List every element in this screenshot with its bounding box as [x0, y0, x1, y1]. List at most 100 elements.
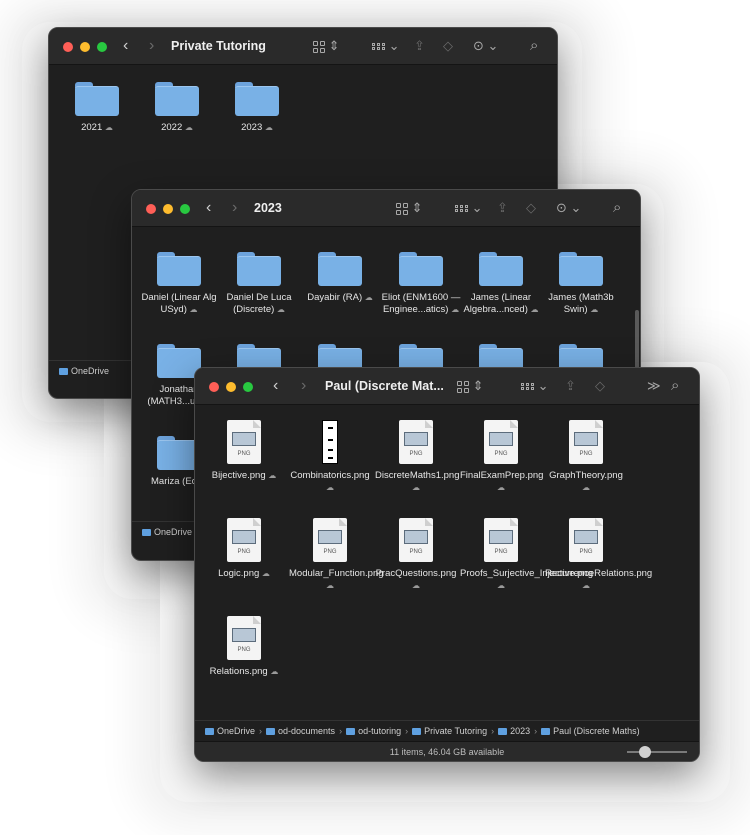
view-mode-icon[interactable]: ⇕ [313, 38, 340, 54]
icon-size-slider[interactable] [627, 746, 687, 758]
file-item[interactable]: PNG GraphTheory.png ☁ [545, 420, 627, 494]
path-item[interactable]: od-documents [278, 726, 335, 736]
view-mode-icon[interactable]: ⇕ [396, 200, 423, 216]
folder-icon [155, 82, 199, 116]
folder-name: James (Linear Algebra...nced) [463, 292, 532, 315]
folder-icon [399, 252, 443, 286]
zoom-button[interactable] [180, 204, 190, 214]
search-icon[interactable]: ⌕ [613, 200, 621, 216]
close-button[interactable] [146, 204, 156, 214]
cloud-icon: ☁ [590, 305, 599, 314]
path-item[interactable]: OneDrive [71, 366, 109, 376]
share-icon[interactable]: ⇪ [565, 378, 576, 394]
close-button[interactable] [209, 382, 219, 392]
search-icon[interactable]: ⌕ [530, 38, 538, 54]
folder-item[interactable]: Daniel De Luca (Discrete) ☁ [218, 252, 300, 316]
share-icon[interactable]: ⇪ [414, 38, 425, 54]
back-icon[interactable]: ‹ [123, 38, 128, 54]
toolbar: ‹ › Private Tutoring ⇕ ⌄ ⇪ ◇ ⊙ ⌄ ⌕ [49, 28, 557, 65]
folder-item[interactable]: James (Linear Algebra...nced) ☁ [460, 252, 542, 316]
chevron-right-icon: › [491, 726, 495, 736]
onedrive-icon [59, 368, 68, 376]
file-item[interactable]: PNG Bijective.png ☁ [203, 420, 285, 482]
group-by-icon[interactable]: ⌄ [455, 200, 483, 216]
cloud-icon: ☁ [276, 305, 285, 314]
onedrive-icon [205, 728, 214, 736]
file-name: RecurrenceRelations.png [545, 568, 653, 579]
folder-item[interactable]: James (Math3b Swin) ☁ [540, 252, 622, 316]
png-file-icon: PNG [484, 518, 518, 562]
cloud-icon: ☁ [184, 123, 193, 132]
folder-name: Eliot (ENM1600 — Enginee...atics) [381, 292, 461, 315]
cloud-icon: ☁ [261, 569, 270, 578]
folder-icon [479, 252, 523, 286]
folder-name: James (Math3b Swin) [548, 292, 614, 315]
window-controls [146, 204, 190, 214]
folder-item[interactable]: 2023 ☁ [216, 82, 298, 134]
folder-item[interactable]: Daniel (Linear Alg USyd) ☁ [138, 252, 220, 316]
file-item[interactable]: PNG Proofs_Surjective_Injective.png ☁ [460, 518, 593, 592]
forward-icon[interactable]: › [301, 378, 306, 394]
file-item[interactable]: PNG RecurrenceRelations.png ☁ [545, 518, 652, 592]
close-button[interactable] [63, 42, 73, 52]
chevron-right-icon: › [534, 726, 538, 736]
path-item[interactable]: od-tutoring [358, 726, 401, 736]
folder-icon [318, 252, 362, 286]
folder-item[interactable]: 2021 ☁ [56, 82, 138, 134]
group-by-icon[interactable]: ⌄ [521, 378, 549, 394]
file-item[interactable]: PNG DiscreteMaths1.png ☁ [375, 420, 459, 494]
search-icon[interactable]: ⌕ [671, 378, 679, 394]
file-item[interactable]: PNG FinalExamPrep.png ☁ [460, 420, 543, 494]
action-menu-icon[interactable]: ⊙ ⌄ [556, 200, 581, 216]
window-title: Paul (Discrete Mat... [325, 379, 444, 393]
png-file-icon: PNG [484, 420, 518, 464]
path-item[interactable]: 2023 [510, 726, 530, 736]
group-by-icon[interactable]: ⌄ [372, 38, 400, 54]
finder-window-paul[interactable]: ‹ › Paul (Discrete Mat... ⇕ ⌄ ⇪ ◇ ≫ ⌕ PN… [194, 367, 700, 762]
tag-icon[interactable]: ◇ [595, 378, 605, 394]
folder-name: 2022 [161, 122, 183, 133]
cloud-icon: ☁ [451, 305, 460, 314]
folder-icon [559, 252, 603, 286]
slider-knob[interactable] [639, 746, 651, 758]
path-item[interactable]: OneDrive [154, 527, 192, 537]
folder-icon [235, 82, 279, 116]
folder-item[interactable]: 2022 ☁ [136, 82, 218, 134]
cloud-icon: ☁ [326, 483, 334, 492]
share-icon[interactable]: ⇪ [497, 200, 508, 216]
window-controls [209, 382, 253, 392]
minimize-button[interactable] [226, 382, 236, 392]
file-item[interactable]: PNG Logic.png ☁ [203, 518, 285, 580]
file-name: Modular_Function.png [289, 568, 384, 579]
back-icon[interactable]: ‹ [206, 200, 211, 216]
file-item[interactable]: PNG PracQuestions.png ☁ [375, 518, 457, 592]
folder-item[interactable]: Dayabir (RA) ☁ [299, 252, 381, 304]
minimize-button[interactable] [80, 42, 90, 52]
tag-icon[interactable]: ◇ [443, 38, 453, 54]
folder-item[interactable]: Eliot (ENM1600 — Enginee...atics) ☁ [380, 252, 462, 316]
forward-icon[interactable]: › [232, 200, 237, 216]
file-item[interactable]: PNG Modular_Function.png ☁ [289, 518, 384, 592]
path-item[interactable]: Paul (Discrete Maths) [553, 726, 640, 736]
more-toolbar-icon[interactable]: ≫ [647, 378, 661, 394]
zoom-button[interactable] [97, 42, 107, 52]
back-icon[interactable]: ‹ [273, 378, 278, 394]
cloud-icon: ☁ [582, 581, 590, 590]
window-title: Private Tutoring [171, 39, 266, 53]
action-menu-icon[interactable]: ⊙ ⌄ [473, 38, 498, 54]
file-item[interactable]: Combinatorics.png ☁ [289, 420, 371, 494]
file-item[interactable]: PNG Relations.png ☁ [203, 616, 285, 678]
zoom-button[interactable] [243, 382, 253, 392]
path-item[interactable]: OneDrive [217, 726, 255, 736]
view-mode-icon[interactable]: ⇕ [457, 378, 484, 394]
cloud-icon: ☁ [270, 667, 279, 676]
cloud-icon: ☁ [364, 293, 373, 302]
minimize-button[interactable] [163, 204, 173, 214]
folder-icon [541, 728, 551, 736]
path-item[interactable]: Private Tutoring [424, 726, 487, 736]
onedrive-icon [142, 529, 151, 537]
chevron-right-icon: › [405, 726, 409, 736]
tag-icon[interactable]: ◇ [526, 200, 536, 216]
forward-icon[interactable]: › [149, 38, 154, 54]
cloud-icon: ☁ [189, 305, 198, 314]
